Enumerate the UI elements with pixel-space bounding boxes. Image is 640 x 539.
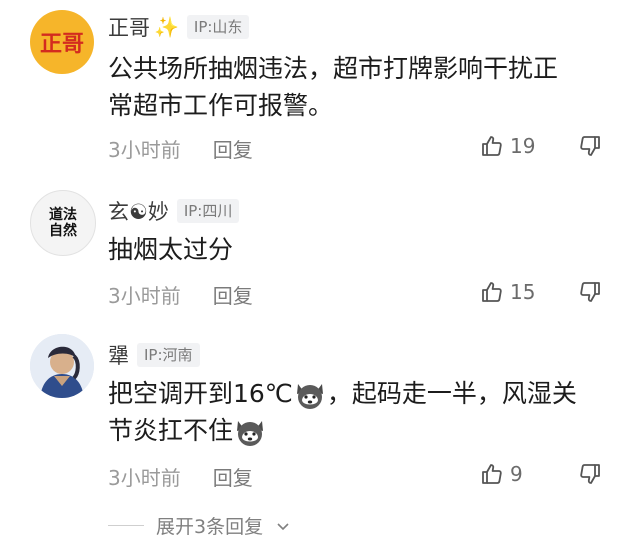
like-count: 15 bbox=[510, 280, 536, 304]
husky-emoji-icon bbox=[296, 384, 323, 409]
dislike-button[interactable] bbox=[578, 280, 602, 308]
ip-location-badge: IP:四川 bbox=[176, 199, 240, 223]
ip-location-badge: IP:河南 bbox=[137, 343, 200, 367]
thumbs-up-icon bbox=[482, 136, 502, 156]
comment-time: 3小时前 bbox=[108, 466, 181, 490]
avatar[interactable]: 道法自然 bbox=[30, 190, 96, 256]
thumbs-up-icon bbox=[482, 282, 502, 302]
username[interactable]: 玄☯妙 bbox=[108, 196, 169, 226]
sparkle-icon: ✨ bbox=[154, 15, 179, 39]
username[interactable]: 正哥 bbox=[108, 12, 150, 42]
expand-replies-label: 展开3条回复 bbox=[156, 516, 264, 538]
chevron-down-icon bbox=[277, 522, 289, 530]
comment-text: 把空调开到16℃ ，起码走一半，风湿关 节炎扛不住 bbox=[108, 375, 608, 449]
character-avatar-icon bbox=[30, 334, 94, 398]
avatar[interactable] bbox=[30, 334, 94, 398]
ip-location-badge: IP:山东 bbox=[186, 15, 250, 39]
comment-time: 3小时前 bbox=[108, 138, 181, 162]
comment-time: 3小时前 bbox=[108, 284, 181, 308]
avatar-text: 正哥 bbox=[39, 31, 84, 57]
expand-replies-button[interactable]: 展开3条回复 bbox=[108, 512, 291, 539]
avatar-text: 道法自然 bbox=[49, 207, 77, 239]
dislike-button[interactable] bbox=[578, 462, 602, 490]
comment-text: 公共场所抽烟违法，超市打牌影响干扰正 常超市工作可报警。 bbox=[108, 54, 559, 120]
username[interactable]: 犟 bbox=[108, 340, 129, 370]
like-count: 19 bbox=[510, 134, 536, 158]
reply-button[interactable]: 回复 bbox=[213, 462, 253, 491]
reply-button[interactable]: 回复 bbox=[213, 134, 253, 163]
reply-button[interactable]: 回复 bbox=[213, 280, 253, 309]
like-count: 9 bbox=[510, 462, 523, 486]
dislike-button[interactable] bbox=[578, 134, 602, 162]
thumbs-down-icon bbox=[580, 464, 600, 484]
comment-text: 抽烟太过分 bbox=[108, 235, 234, 264]
like-button[interactable]: 19 bbox=[480, 134, 535, 158]
husky-emoji-icon bbox=[237, 421, 264, 446]
thumbs-down-icon bbox=[580, 282, 600, 302]
divider bbox=[108, 525, 144, 526]
thumbs-down-icon bbox=[580, 136, 600, 156]
thumbs-up-icon bbox=[482, 464, 502, 484]
like-button[interactable]: 9 bbox=[480, 462, 523, 486]
like-button[interactable]: 15 bbox=[480, 280, 535, 304]
avatar[interactable]: 正哥 bbox=[30, 10, 94, 74]
